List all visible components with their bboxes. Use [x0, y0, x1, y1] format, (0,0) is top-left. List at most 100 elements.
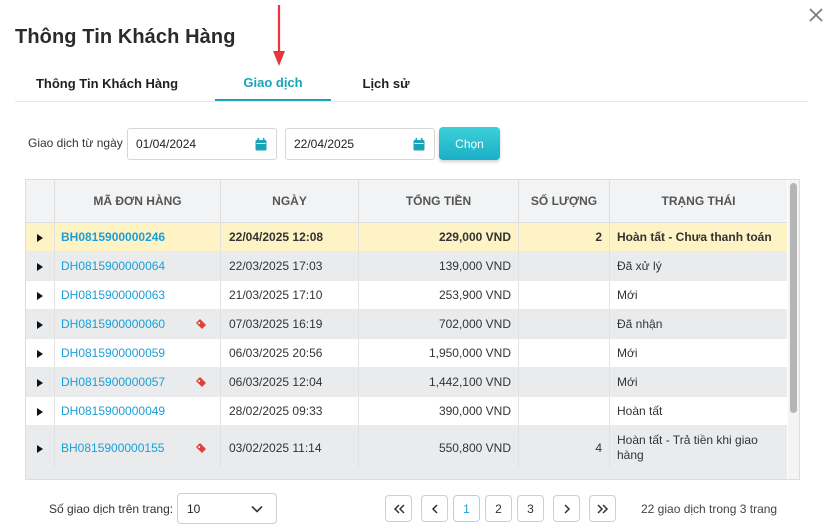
page-size-value: 10	[187, 501, 201, 516]
header-quantity[interactable]: SỐ LƯỢNG	[519, 180, 610, 222]
header-total[interactable]: TỔNG TIỀN	[359, 180, 519, 222]
order-code-text: BH0815900000155	[61, 440, 165, 455]
header-order-code[interactable]: MÃ ĐƠN HÀNG	[55, 180, 221, 222]
next-page-button[interactable]	[553, 495, 580, 522]
page-size-select[interactable]: 10	[177, 493, 277, 524]
order-code-text: DH0815900000057	[61, 375, 166, 389]
order-quantity-cell	[519, 281, 610, 309]
order-code-text: DH0815900000060	[61, 317, 166, 331]
order-quantity-cell	[519, 252, 610, 280]
table-row[interactable]: BH0815900000155 03/02/2025 11:14 550,800 V…	[26, 426, 787, 470]
table-row[interactable]: DH0815900000063 21/03/2025 17:10 253,900 V…	[26, 281, 787, 310]
expand-row-button[interactable]	[26, 223, 55, 251]
order-date-cell: 07/03/2025 16:19	[221, 310, 359, 338]
page-3-button[interactable]: 3	[517, 495, 544, 522]
table-row[interactable]: BH0815900000246 22/04/2025 12:08 229,000 V…	[26, 223, 787, 252]
order-code-text: DH0815900000049	[61, 404, 166, 418]
table-row[interactable]: DH0815900000059 06/03/2025 20:56 1,950,000…	[26, 339, 787, 368]
header-status[interactable]: TRẠNG THÁI	[610, 180, 787, 222]
tab-bar: Thông Tin Khách Hàng Giao dịch Lịch sử	[15, 66, 808, 102]
expand-row-icon	[37, 292, 43, 300]
expand-row-button[interactable]	[26, 368, 55, 396]
expand-row-button[interactable]	[26, 426, 55, 469]
order-total-cell: 229,000 VND	[359, 223, 519, 251]
table-row[interactable]	[26, 470, 787, 479]
first-page-button[interactable]	[385, 495, 412, 522]
double-chevron-left-icon	[393, 503, 405, 514]
previous-page-button[interactable]	[421, 495, 448, 522]
table-row[interactable]: DH0815900000064 22/03/2025 17:03 139,000 V…	[26, 252, 787, 281]
order-status-cell: Hoàn tất - Chưa thanh toán	[617, 229, 772, 244]
scrollbar-thumb[interactable]	[790, 183, 797, 413]
to-date-value: 22/04/2025	[294, 137, 355, 151]
from-date-input[interactable]: 01/04/2024	[127, 128, 277, 160]
order-quantity-cell: 4	[519, 426, 610, 469]
double-chevron-right-icon	[596, 503, 608, 514]
chevron-left-icon	[431, 503, 438, 514]
order-status-cell: Hoàn tất - Trả tiền khi giao hàng	[617, 432, 758, 462]
price-tag-icon	[196, 442, 206, 453]
order-code-link[interactable]: DH0815900000059	[55, 339, 221, 367]
order-code-link[interactable]: DH0815900000064	[55, 252, 221, 280]
page-1-button[interactable]: 1	[453, 495, 480, 522]
choose-button[interactable]: Chọn	[439, 127, 500, 160]
table-row[interactable]: DH0815900000057 06/03/2025 12:04 1,442,100…	[26, 368, 787, 397]
chevron-down-icon	[251, 505, 263, 513]
order-quantity-cell: 2	[519, 223, 610, 251]
tab-transactions[interactable]: Giao dịch	[215, 66, 331, 101]
expand-row-icon	[37, 444, 43, 453]
price-tag-icon	[196, 319, 206, 329]
pagination-summary: 22 giao dịch trong 3 trang	[641, 502, 778, 516]
order-status-cell: Mới	[617, 287, 638, 302]
calendar-icon[interactable]	[413, 138, 425, 151]
expand-row-icon	[37, 408, 43, 416]
table-header: MÃ ĐƠN HÀNG NGÀY TỔNG TIỀN SỐ LƯỢNG TRẠN…	[26, 180, 787, 223]
chevron-right-icon	[563, 503, 570, 514]
table-scrollbar[interactable]	[788, 180, 799, 479]
order-total-cell: 702,000 VND	[359, 310, 519, 338]
to-date-input[interactable]: 22/04/2025	[285, 128, 435, 160]
order-quantity-cell	[519, 310, 610, 338]
close-button[interactable]	[806, 5, 826, 25]
close-icon	[809, 8, 823, 22]
dialog-title: Thông Tin Khách Hàng	[15, 26, 236, 48]
calendar-icon[interactable]	[255, 138, 267, 151]
order-date-cell: 21/03/2025 17:10	[221, 281, 359, 309]
expand-row-button[interactable]	[26, 397, 55, 425]
order-total-cell: 1,442,100 VND	[359, 368, 519, 396]
order-code-link[interactable]: BH0815900000155	[55, 426, 221, 469]
annotation-arrow-icon	[273, 5, 285, 66]
order-date-cell: 22/03/2025 17:03	[221, 252, 359, 280]
transactions-table: MÃ ĐƠN HÀNG NGÀY TỔNG TIỀN SỐ LƯỢNG TRẠN…	[25, 179, 800, 480]
header-date[interactable]: NGÀY	[221, 180, 359, 222]
page-size-label: Số giao dịch trên trang:	[49, 502, 174, 516]
tab-history[interactable]: Lịch sử	[331, 66, 441, 101]
order-quantity-cell	[519, 339, 610, 367]
order-code-link[interactable]: DH0815900000049	[55, 397, 221, 425]
last-page-button[interactable]	[589, 495, 616, 522]
order-total-cell: 253,900 VND	[359, 281, 519, 309]
expand-row-button[interactable]	[26, 339, 55, 367]
order-date-cell: 22/04/2025 12:08	[221, 223, 359, 251]
table-row[interactable]: DH0815900000049 28/02/2025 09:33 390,000 V…	[26, 397, 787, 426]
page-2-button[interactable]: 2	[485, 495, 512, 522]
order-code-link[interactable]: DH0815900000063	[55, 281, 221, 309]
expand-row-icon	[37, 379, 43, 387]
order-total-cell: 390,000 VND	[359, 397, 519, 425]
expand-row-button[interactable]	[26, 281, 55, 309]
order-code-link[interactable]: DH0815900000057	[55, 368, 221, 396]
expand-row-button[interactable]	[26, 252, 55, 280]
order-quantity-cell	[519, 397, 610, 425]
order-code-link[interactable]: DH0815900000060	[55, 310, 221, 338]
order-date-cell: 28/02/2025 09:33	[221, 397, 359, 425]
order-status-cell: Đã nhận	[617, 316, 663, 331]
tab-customer-info[interactable]: Thông Tin Khách Hàng	[15, 66, 199, 101]
expand-row-icon	[37, 234, 43, 242]
table-row[interactable]: DH0815900000060 07/03/2025 16:19 702,000 V…	[26, 310, 787, 339]
date-range-label: Giao dịch từ ngày	[28, 136, 123, 150]
order-date-cell: 03/02/2025 11:14	[221, 426, 359, 469]
price-tag-icon	[196, 377, 206, 387]
order-code-link[interactable]: BH0815900000246	[55, 223, 221, 251]
order-date-cell: 06/03/2025 20:56	[221, 339, 359, 367]
expand-row-button[interactable]	[26, 310, 55, 338]
